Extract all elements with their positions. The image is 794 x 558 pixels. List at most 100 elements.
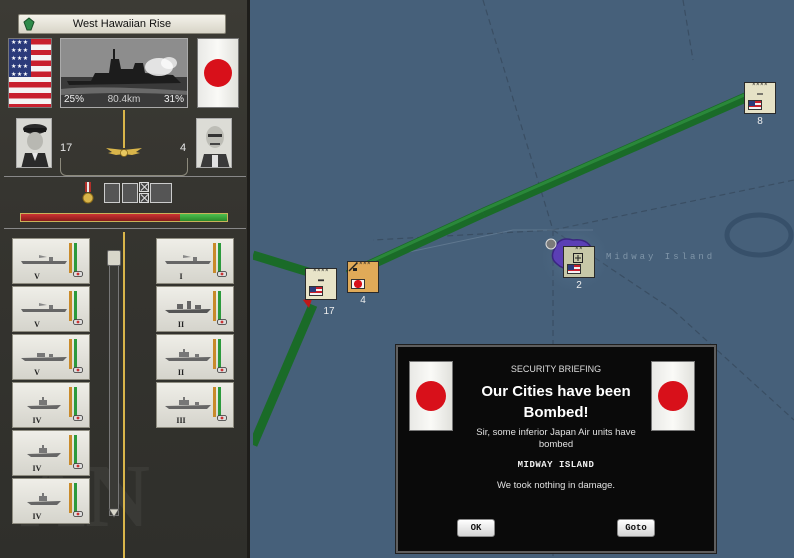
japan-flag	[197, 38, 239, 108]
aircraft-carrier-icon	[318, 279, 324, 282]
unit-strength-bars	[69, 291, 79, 321]
commander-bracket	[60, 158, 188, 176]
game-screen: AN West Hawaiian Rise ★★★★★★★★★★★★★★★ 25…	[0, 0, 794, 558]
goto-button[interactable]: Goto	[617, 519, 655, 537]
unit-rank: III	[176, 416, 186, 425]
unit-strength-bars	[213, 291, 223, 321]
ne-fleet-counter[interactable]: ×××× 8	[744, 82, 776, 127]
briefing-title: Our Cities have been Bombed!	[481, 383, 631, 421]
midway-garrison-count: 2	[576, 280, 582, 291]
axis-strength-fill	[179, 214, 227, 221]
axis-fleet-counter[interactable]: ×××× 4	[347, 261, 379, 306]
battle-connector-line	[123, 110, 125, 148]
unit-status-icon	[73, 463, 83, 469]
unit-rank: V	[34, 320, 40, 329]
escort-icon	[27, 397, 61, 409]
battle-image: 25% 80.4km 31%	[60, 38, 188, 108]
briefing-body: Sir, some inferior Japan Air units have …	[476, 427, 636, 450]
cruiser-icon	[165, 397, 211, 409]
allied-unit-card[interactable]: V	[12, 286, 90, 332]
aircraft-carrier-icon	[21, 255, 67, 264]
naval-fleet-icon	[757, 93, 763, 95]
unit-status-icon	[217, 367, 227, 373]
briefing-label: SECURITY BRIEFING	[510, 364, 602, 374]
escort-icon	[27, 445, 61, 457]
axis-percentage: 31%	[163, 94, 184, 105]
unit-strength-bars	[69, 243, 79, 273]
allied-commander-level: 17	[60, 142, 73, 154]
garrison-icon	[573, 253, 583, 263]
unit-rank: V	[34, 368, 40, 377]
axis-unit-card[interactable]: I	[156, 238, 234, 284]
briefing-target: MIDWAY ISLAND	[517, 460, 595, 470]
region-name: West Hawaiian Rise	[72, 18, 172, 30]
unit-status-icon	[73, 511, 83, 517]
allied-unit-card[interactable]: V	[12, 238, 90, 284]
ne-fleet-count: 8	[757, 116, 763, 127]
us-flag-icon	[309, 286, 323, 296]
unit-status-icon	[73, 367, 83, 373]
midway-garrison-counter[interactable]: ×× 2	[563, 246, 595, 291]
axis-unit-card[interactable]: III	[156, 382, 234, 428]
cruiser-icon	[165, 349, 211, 361]
unit-list-divider	[123, 232, 125, 558]
unit-rank: IV	[32, 416, 42, 425]
unit-status-icon	[217, 415, 227, 421]
us-flag: ★★★ ★★★ ★★★ ★★★ ★★★	[8, 38, 52, 108]
unit-list-scrollbar[interactable]	[109, 250, 119, 516]
axis-fleet-count: 4	[360, 295, 366, 306]
allied-fleet-counter[interactable]: ×××× 17	[305, 268, 337, 317]
allied-commander-portrait[interactable]	[16, 118, 52, 168]
region-icon	[23, 17, 35, 31]
unit-strength-bars	[69, 387, 79, 417]
unit-rank: II	[177, 320, 185, 329]
japan-flag	[651, 361, 695, 431]
unit-status-icon	[73, 415, 83, 421]
unit-rank: I	[179, 272, 183, 281]
panel-divider	[4, 176, 246, 177]
battle-strength-bar	[20, 213, 228, 222]
japan-flag-icon	[351, 279, 365, 289]
briefing-result: We took nothing in damage.	[496, 480, 616, 491]
battleship-icon	[165, 301, 211, 313]
scroll-down-icon[interactable]	[108, 508, 120, 518]
us-flag-icon	[748, 100, 762, 110]
region-title-bar: West Hawaiian Rise	[18, 14, 226, 34]
unit-rank: IV	[32, 464, 42, 473]
naval-fleet-icon	[348, 262, 358, 272]
allied-unit-card[interactable]: IV	[12, 430, 90, 476]
unit-status-icon	[217, 319, 227, 325]
japan-flag	[409, 361, 453, 431]
unit-status-icon	[217, 271, 227, 277]
unit-status-icon	[73, 319, 83, 325]
allied-strength-fill	[21, 214, 180, 221]
unit-rank: V	[34, 272, 40, 281]
panel-divider	[4, 228, 246, 229]
aircraft-carrier-icon	[21, 303, 67, 312]
unit-strength-bars	[213, 243, 223, 273]
ok-button[interactable]: OK	[457, 519, 495, 537]
axis-unit-card[interactable]: II	[156, 334, 234, 380]
unit-strength-bars	[69, 339, 79, 369]
escort-icon	[27, 493, 61, 505]
unit-rank: IV	[32, 512, 42, 521]
destroyer-icon	[21, 353, 67, 361]
unit-strength-bars	[213, 339, 223, 369]
us-flag-icon	[567, 264, 581, 274]
unit-strength-bars	[213, 387, 223, 417]
allied-unit-card[interactable]: IV	[12, 478, 90, 524]
midway-island-label: Midway Island	[606, 252, 716, 262]
tactic-card-icon[interactable]	[104, 183, 120, 203]
allied-unit-card[interactable]: IV	[12, 382, 90, 428]
security-briefing-dialog: SECURITY BRIEFING Our Cities have been B…	[395, 344, 717, 554]
doctrine-card-icon[interactable]	[122, 183, 138, 203]
axis-commander-portrait[interactable]	[196, 118, 232, 168]
battle-panel: AN West Hawaiian Rise ★★★★★★★★★★★★★★★ 25…	[0, 0, 250, 558]
axis-unit-card[interactable]: II	[156, 286, 234, 332]
allied-fleet-count: 17	[323, 306, 335, 317]
axis-commander-level: 4	[180, 142, 187, 154]
unit-list-scroll-thumb[interactable]	[107, 250, 121, 266]
unit-strength-bars	[69, 435, 79, 465]
medal-icon[interactable]	[82, 182, 94, 206]
allied-unit-card[interactable]: V	[12, 334, 90, 380]
